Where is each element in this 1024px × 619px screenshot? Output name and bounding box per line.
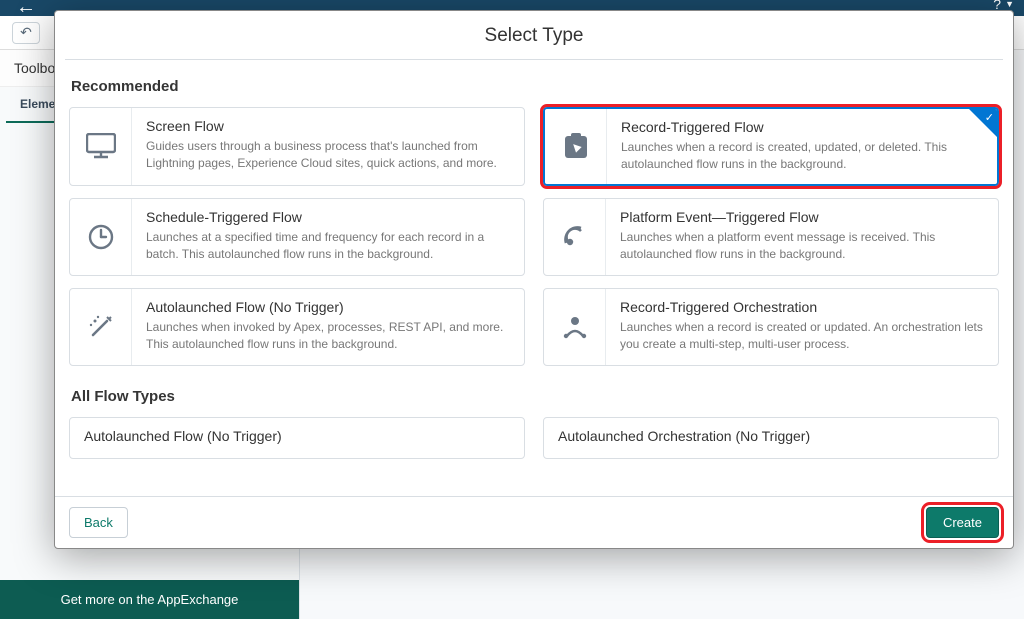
undo-button[interactable]: ↶ xyxy=(12,22,40,44)
back-arrow-icon[interactable]: ← xyxy=(16,0,36,19)
screen-flow-icon xyxy=(70,108,132,185)
card-platform-event-flow[interactable]: Platform Event—Triggered Flow Launches w… xyxy=(543,198,999,276)
clock-icon xyxy=(70,199,132,275)
card-schedule-triggered-flow[interactable]: Schedule-Triggered Flow Launches at a sp… xyxy=(69,198,525,276)
create-button[interactable]: Create xyxy=(926,507,999,538)
all-flow-grid: Autolaunched Flow (No Trigger) Autolaunc… xyxy=(69,417,999,459)
card-record-triggered-orchestration[interactable]: Record-Triggered Orchestration Launches … xyxy=(543,288,999,366)
record-triggered-icon xyxy=(545,109,607,184)
card-desc: Launches when a record is created or upd… xyxy=(620,319,984,354)
card-desc: Launches when invoked by Apex, processes… xyxy=(146,319,510,354)
modal-body: Recommended Screen Flow Guides users thr… xyxy=(55,62,1013,496)
card-desc: Launches when a record is created, updat… xyxy=(621,139,983,174)
card-screen-flow[interactable]: Screen Flow Guides users through a busin… xyxy=(69,107,525,186)
section-recommended: Recommended xyxy=(71,78,999,95)
card-record-triggered-flow[interactable]: ✓ Record-Triggered Flow Launches when a … xyxy=(543,107,999,186)
divider xyxy=(65,59,1003,60)
satellite-icon xyxy=(544,199,606,275)
card-title: Schedule-Triggered Flow xyxy=(146,209,510,225)
card-desc: Guides users through a business process … xyxy=(146,138,510,173)
chevron-down-icon: ▼ xyxy=(1005,0,1014,9)
card-desc: Launches at a specified time and frequen… xyxy=(146,229,510,264)
card-title: Record-Triggered Orchestration xyxy=(620,299,984,315)
wand-icon xyxy=(70,289,132,365)
modal-title: Select Type xyxy=(55,11,1013,59)
select-type-modal: Select Type Recommended Screen Flow Guid… xyxy=(54,10,1014,549)
card-title: Autolaunched Orchestration (No Trigger) xyxy=(558,428,984,444)
section-all-flow-types: All Flow Types xyxy=(71,388,999,405)
card-all-autolaunched[interactable]: Autolaunched Flow (No Trigger) xyxy=(69,417,525,459)
back-button[interactable]: Back xyxy=(69,507,128,538)
card-title: Screen Flow xyxy=(146,118,510,134)
card-autolaunched-flow[interactable]: Autolaunched Flow (No Trigger) Launches … xyxy=(69,288,525,366)
card-title: Platform Event—Triggered Flow xyxy=(620,209,984,225)
card-desc: Launches when a platform event message i… xyxy=(620,229,984,264)
card-title: Record-Triggered Flow xyxy=(621,119,983,135)
appexchange-link[interactable]: Get more on the AppExchange xyxy=(0,580,299,619)
card-title: Autolaunched Flow (No Trigger) xyxy=(146,299,510,315)
card-title: Autolaunched Flow (No Trigger) xyxy=(84,428,510,444)
check-icon: ✓ xyxy=(985,111,994,124)
orchestration-icon xyxy=(544,289,606,365)
modal-footer: Back Create xyxy=(55,496,1013,548)
recommended-grid: Screen Flow Guides users through a busin… xyxy=(69,107,999,366)
card-all-autolaunched-orchestration[interactable]: Autolaunched Orchestration (No Trigger) xyxy=(543,417,999,459)
